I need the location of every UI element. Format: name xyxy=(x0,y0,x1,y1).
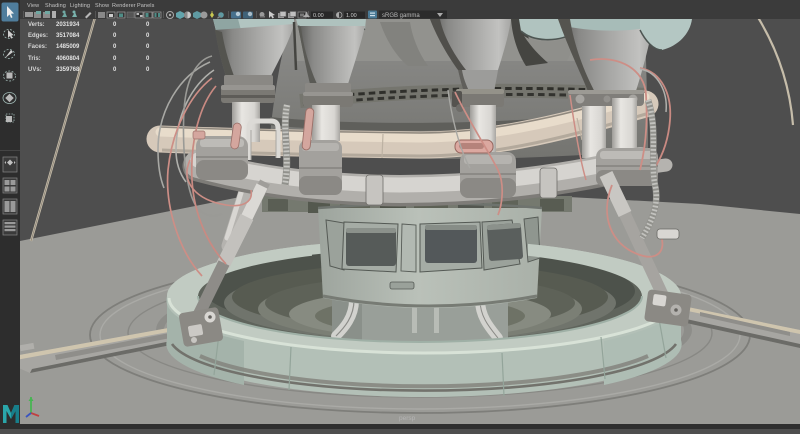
svg-text:1.00: 1.00 xyxy=(346,13,357,19)
svg-text:sRGB gamma: sRGB gamma xyxy=(382,13,420,19)
svg-text:0.00: 0.00 xyxy=(313,13,324,19)
